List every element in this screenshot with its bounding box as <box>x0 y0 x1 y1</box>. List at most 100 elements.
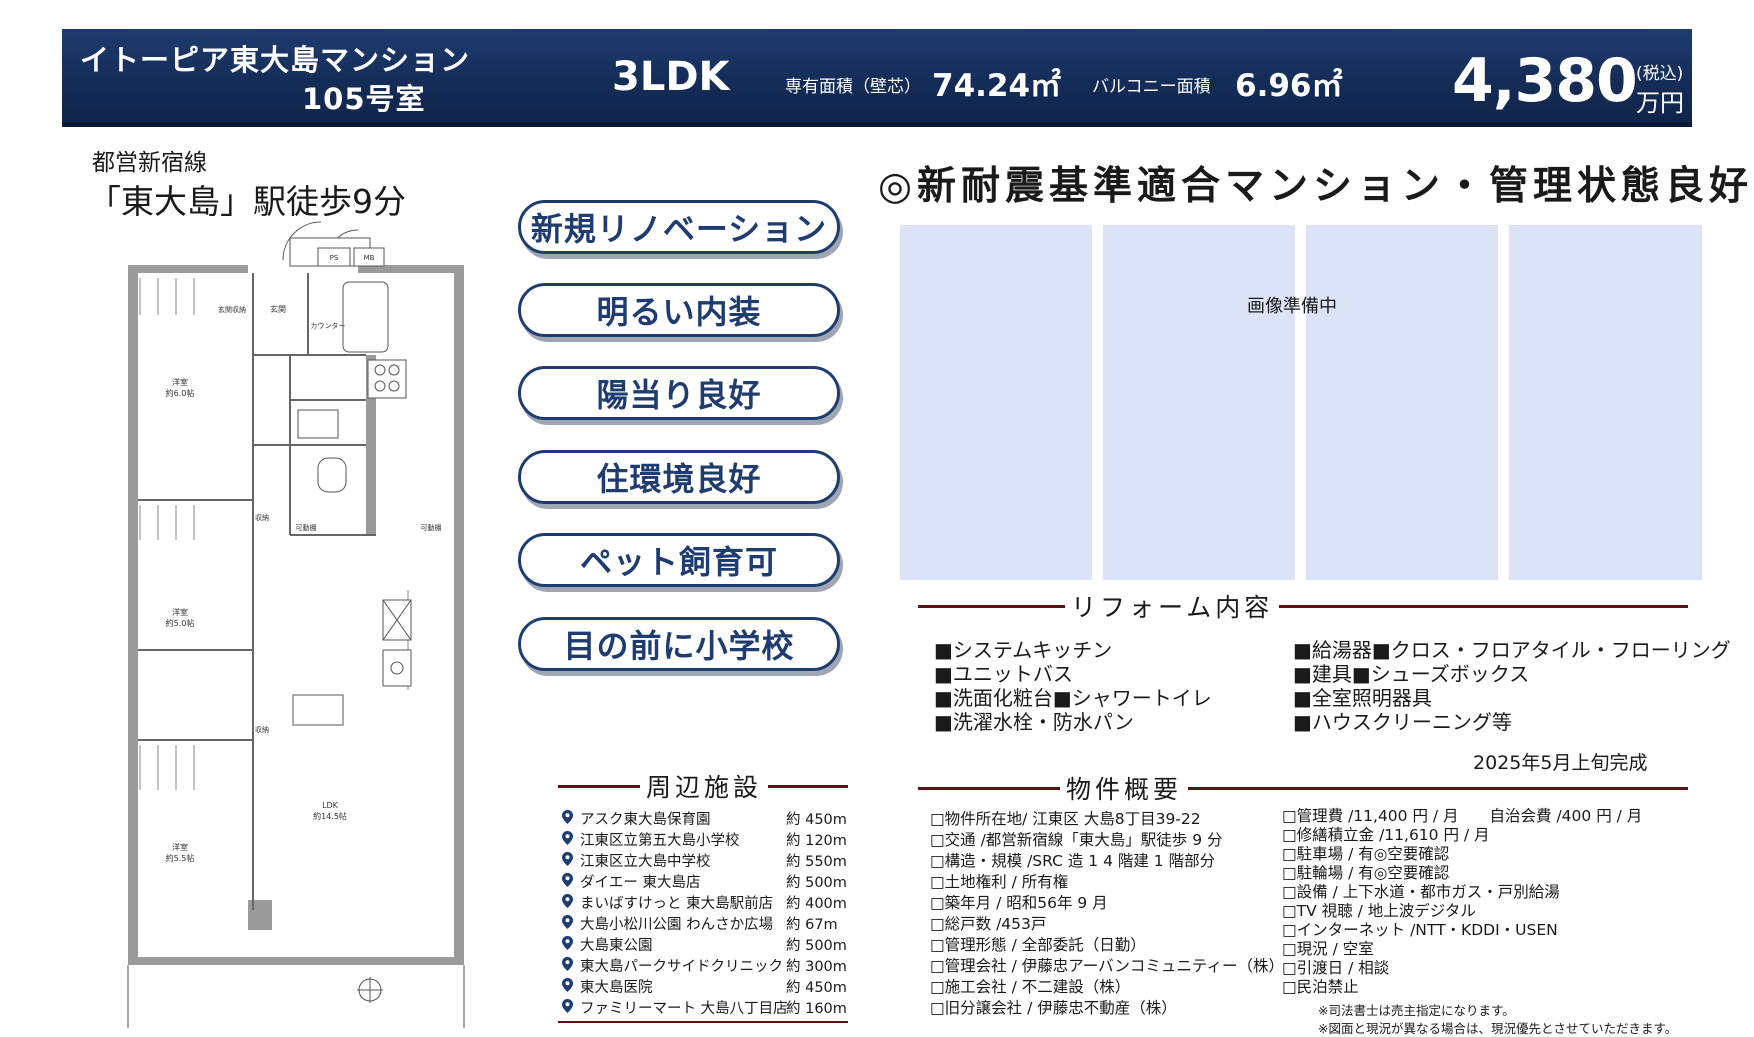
facility-row: 江東区立大島中学校 約 550m <box>562 850 847 871</box>
movable-shelf2-label: 可動棚 <box>421 523 442 532</box>
facility-name: ダイエー 東大島店 <box>580 875 701 891</box>
facility-distance: 約 300m <box>786 959 847 975</box>
counter-label: カウンター <box>311 321 346 330</box>
map-pin-icon <box>562 810 573 824</box>
room2-size: 約5.0帖 <box>166 618 195 628</box>
facility-name: 大島小松川公園 わんさか広場 <box>580 917 774 933</box>
floor-area-value: 74.24㎡ <box>932 68 1062 104</box>
price-value: 4,380 <box>1452 46 1638 116</box>
photo-placeholder-1 <box>900 225 1092 580</box>
overview-item: □土地権利 / 所有権 <box>930 873 1069 891</box>
facilities-bottom-rule <box>558 1021 848 1023</box>
facility-name: 大島東公園 <box>580 938 653 954</box>
overview-title: 物件概要 <box>1060 770 1189 806</box>
balcony-area-value: 6.96㎡ <box>1235 68 1343 104</box>
map-pin-icon <box>562 936 573 950</box>
building-name: イトーピア東大島マンション <box>80 43 471 77</box>
floor-plan-drawing: 洋室 約6.0帖 洋室 約5.0帖 洋室 約5.5帖 LDK 約14.5帖 玄関… <box>127 221 465 1028</box>
facility-distance: 約 120m <box>786 833 847 849</box>
photo-placeholder-2 <box>1103 225 1295 580</box>
map-pin-icon <box>562 894 573 908</box>
facility-row: アスク東大島保育園 約 450m <box>562 808 847 829</box>
overview-title-rule <box>918 787 1688 790</box>
headline: ◎新耐震基準適合マンション・管理状態良好◎ <box>878 163 1754 209</box>
ldk-label: LDK <box>322 801 339 810</box>
header-bottom-stripe <box>62 122 1692 127</box>
movable-shelf1-label: 可動棚 <box>296 523 317 532</box>
room-number: 105号室 <box>302 82 426 116</box>
photo-pending-note: 画像準備中 <box>1247 296 1337 317</box>
feature-sunlight: 陽当り良好 <box>518 366 840 420</box>
reform-item: ■洗濯水栓・防水パン <box>934 710 1134 734</box>
facility-distance: 約 500m <box>786 938 847 954</box>
facility-name: 江東区立大島中学校 <box>580 854 711 870</box>
facility-row: 東大島パークサイドクリニック 約 300m <box>562 955 847 976</box>
facilities-title: 周辺施設 <box>640 768 769 804</box>
map-pin-icon <box>562 915 573 929</box>
map-pin-icon <box>562 831 573 845</box>
floor-plan: 洋室 約6.0帖 洋室 約5.0帖 洋室 約5.5帖 LDK 約14.5帖 玄関… <box>118 220 468 1028</box>
balcony-area-label: バルコニー面積 <box>1092 77 1211 97</box>
overview-item: □民泊禁止 <box>1282 978 1359 996</box>
map-pin-icon <box>562 999 573 1013</box>
overview-item: □物件所在地/ 江東区 大島8丁目39-22 <box>930 810 1201 828</box>
overview-item: □交通 /都営新宿線「東大島」駅徒歩 9 分 <box>930 831 1223 849</box>
facility-distance: 約 550m <box>786 854 847 870</box>
facility-name: 東大島パークサイドクリニック <box>580 959 783 975</box>
storage2-label: 収納 <box>255 725 269 734</box>
map-pin-icon <box>562 957 573 971</box>
facility-distance: 約 67m <box>786 917 838 933</box>
reform-item: ■ハウスクリーニング等 <box>1293 710 1512 734</box>
facility-name: まいばすけっと 東大島駅前店 <box>580 896 774 912</box>
overview-item: □築年月 / 昭和56年 9 月 <box>930 894 1108 912</box>
storage1-label: 収納 <box>255 513 269 522</box>
overview-item: □構造・規模 /SRC 造 1 4 階建 1 階部分 <box>930 852 1216 870</box>
facility-name: ファミリーマート 大島八丁目店 <box>580 1001 788 1017</box>
reform-completion-date: 2025年5月上旬完成 <box>1473 752 1648 774</box>
floor-area-label: 専有面積（壁芯） <box>785 77 921 97</box>
photo-placeholder-3 <box>1306 225 1498 580</box>
overview-item: □旧分譲会社 / 伊藤忠不動産（株） <box>930 999 1177 1017</box>
property-header-bar: イトーピア東大島マンション 105号室 3LDK 専有面積（壁芯） 74.24㎡… <box>62 29 1692 127</box>
facility-row: 大島東公園 約 500m <box>562 934 847 955</box>
access-station: 「東大島」駅徒歩9分 <box>88 182 406 221</box>
reform-title: リフォーム内容 <box>1065 588 1280 624</box>
facility-distance: 約 450m <box>786 812 847 828</box>
feature-bright-interior: 明るい内装 <box>518 283 840 337</box>
feature-renovation: 新規リノベーション <box>518 200 840 254</box>
room1-size: 約6.0帖 <box>166 388 195 398</box>
facility-distance: 約 450m <box>786 980 847 996</box>
overview-note: ※図面と現況が異なる場合は、現況優先とさせていただきます。 <box>1318 1021 1678 1036</box>
facility-row: ファミリーマート 大島八丁目店 約 160m <box>562 997 847 1018</box>
reform-title-rule <box>918 605 1688 608</box>
room1-label: 洋室 <box>172 377 188 387</box>
facility-distance: 約 160m <box>786 1001 847 1017</box>
ldk-size: 約14.5帖 <box>313 811 347 821</box>
layout-type: 3LDK <box>612 54 730 100</box>
overview-note: ※司法書士は売主指定になります。 <box>1318 1003 1515 1018</box>
facility-row: 東大島医院 約 450m <box>562 976 847 997</box>
facility-row: 江東区立第五大島小学校 約 120m <box>562 829 847 850</box>
photo-placeholder-4 <box>1509 225 1702 580</box>
mb-label: MB <box>364 254 375 262</box>
overview-item: □総戸数 /453戸 <box>930 915 1047 933</box>
map-pin-icon <box>562 873 573 887</box>
room3-size: 約5.5帖 <box>166 853 195 863</box>
map-pin-icon <box>562 852 573 866</box>
overview-item: □管理形態 / 全部委託（日勤） <box>930 936 1146 954</box>
price-tax-note: (税込) <box>1636 64 1684 84</box>
price-unit: 万円 <box>1636 89 1684 117</box>
entrance-storage-label: 玄関収納 <box>218 305 246 314</box>
room3-label: 洋室 <box>172 842 188 852</box>
feature-pets-allowed: ペット飼育可 <box>518 533 840 587</box>
overview-item: □管理会社 / 伊藤忠アーバンコミュニティー（株） <box>930 957 1284 975</box>
facility-row: まいばすけっと 東大島駅前店 約 400m <box>562 892 847 913</box>
facility-name: アスク東大島保育園 <box>580 812 711 828</box>
map-pin-icon <box>562 978 573 992</box>
facility-name: 東大島医院 <box>580 980 653 996</box>
feature-environment: 住環境良好 <box>518 450 840 504</box>
facility-row: ダイエー 東大島店 約 500m <box>562 871 847 892</box>
facility-distance: 約 400m <box>786 896 847 912</box>
facility-row: 大島小松川公園 わんさか広場 約 67m <box>562 913 847 934</box>
feature-school-nearby: 目の前に小学校 <box>518 617 840 671</box>
